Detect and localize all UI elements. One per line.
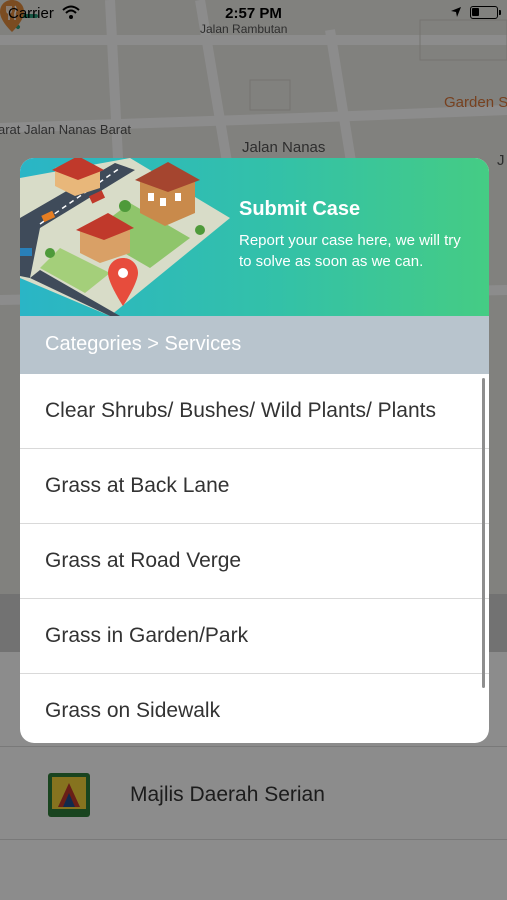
battery-icon (470, 6, 501, 19)
city-illustration (20, 158, 230, 316)
list-item-label: Grass on Sidewalk (45, 699, 221, 722)
list-item[interactable]: Grass at Back Lane (20, 449, 489, 524)
modal-header: Submit Case Report your case here, we wi… (20, 158, 489, 316)
submit-case-modal: Submit Case Report your case here, we wi… (20, 158, 489, 743)
list-item-label: Clear Shrubs/ Bushes/ Wild Plants/ Plant… (45, 399, 437, 422)
modal-title: Submit Case (239, 198, 361, 220)
status-bar: Carrier 2:57 PM (0, 0, 507, 28)
list-item[interactable]: Grass on Sidewalk (20, 674, 489, 743)
list-item[interactable]: Grass at Road Verge (20, 524, 489, 599)
list-item-label: Grass at Road Verge (45, 549, 242, 572)
list-item[interactable]: Clear Shrubs/ Bushes/ Wild Plants/ Plant… (20, 374, 489, 449)
list-item-label: Grass at Back Lane (45, 474, 230, 497)
breadcrumb-bar: Categories > Services (20, 316, 489, 374)
scrollbar[interactable] (482, 378, 485, 688)
modal-description: Report your case here, we will try to so… (239, 232, 461, 270)
location-arrow-icon (451, 7, 461, 17)
list-item-label: Grass in Garden/Park (45, 624, 249, 647)
list-item[interactable]: Grass in Garden/Park (20, 599, 489, 674)
clock: 2:57 PM (225, 5, 282, 22)
breadcrumb[interactable]: Categories > Services (45, 333, 241, 356)
service-list[interactable]: Clear Shrubs/ Bushes/ Wild Plants/ Plant… (20, 374, 489, 743)
